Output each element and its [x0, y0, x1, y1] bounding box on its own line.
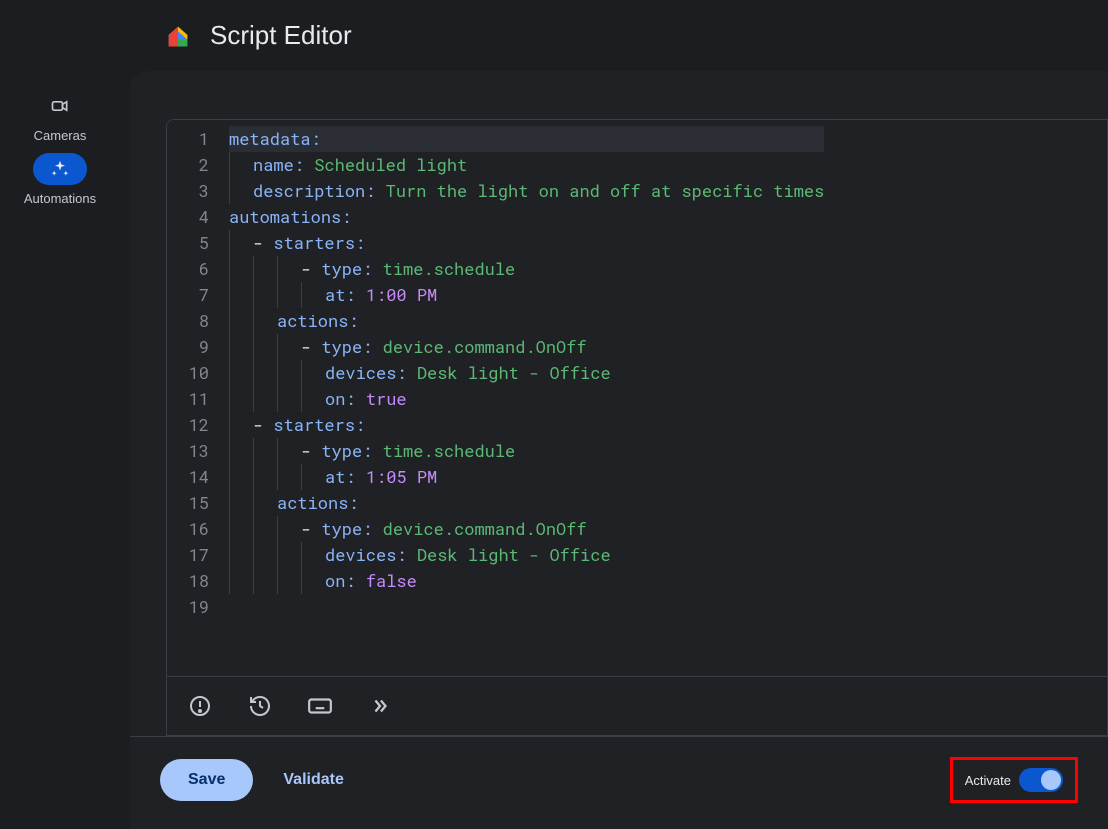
line-number: 8: [167, 308, 209, 334]
sidebar: Cameras Automations: [0, 0, 120, 829]
code-line[interactable]: at: 1:00 PM: [229, 282, 824, 308]
code-line[interactable]: devices: Desk light - Office: [229, 360, 824, 386]
activate-label: Activate: [965, 773, 1011, 788]
line-number-gutter: 12345678910111213141516171819: [167, 120, 219, 676]
code-line[interactable]: automations:: [229, 204, 824, 230]
code-line[interactable]: devices: Desk light - Office: [229, 542, 824, 568]
editor-panel: 12345678910111213141516171819 metadata:n…: [130, 71, 1108, 829]
line-number: 10: [167, 360, 209, 386]
code-line[interactable]: description: Turn the light on and off a…: [229, 178, 824, 204]
sparkle-icon: [33, 153, 87, 185]
code-line[interactable]: - type: time.schedule: [229, 438, 824, 464]
sidebar-item-label: Automations: [24, 191, 96, 206]
save-button[interactable]: Save: [160, 759, 253, 801]
line-number: 11: [167, 386, 209, 412]
line-number: 4: [167, 204, 209, 230]
line-number: 6: [167, 256, 209, 282]
more-icon[interactable]: [367, 693, 393, 719]
line-number: 3: [167, 178, 209, 204]
line-number: 2: [167, 152, 209, 178]
sidebar-item-automations[interactable]: Automations: [24, 153, 96, 206]
activate-toggle[interactable]: [1019, 768, 1063, 792]
page-title: Script Editor: [210, 20, 352, 51]
code-line[interactable]: - starters:: [229, 230, 824, 256]
code-line[interactable]: [229, 594, 824, 620]
line-number: 14: [167, 464, 209, 490]
line-number: 15: [167, 490, 209, 516]
sidebar-item-cameras[interactable]: Cameras: [33, 90, 87, 143]
history-icon[interactable]: [247, 693, 273, 719]
code-line[interactable]: - type: device.command.OnOff: [229, 516, 824, 542]
error-icon[interactable]: [187, 693, 213, 719]
line-number: 9: [167, 334, 209, 360]
line-number: 7: [167, 282, 209, 308]
code-line[interactable]: actions:: [229, 490, 824, 516]
line-number: 16: [167, 516, 209, 542]
line-number: 1: [167, 126, 209, 152]
camera-icon: [33, 90, 87, 122]
line-number: 5: [167, 230, 209, 256]
line-number: 13: [167, 438, 209, 464]
code-editor[interactable]: 12345678910111213141516171819 metadata:n…: [167, 120, 1107, 676]
activate-highlight: Activate: [950, 757, 1078, 803]
google-home-icon: [164, 22, 192, 50]
header: Script Editor: [120, 0, 1108, 71]
validate-button[interactable]: Validate: [277, 770, 349, 790]
code-line[interactable]: name: Scheduled light: [229, 152, 824, 178]
code-line[interactable]: - starters:: [229, 412, 824, 438]
code-line[interactable]: on: true: [229, 386, 824, 412]
line-number: 12: [167, 412, 209, 438]
code-area[interactable]: metadata:name: Scheduled lightdescriptio…: [219, 120, 824, 676]
code-line[interactable]: at: 1:05 PM: [229, 464, 824, 490]
keyboard-icon[interactable]: [307, 693, 333, 719]
action-bar: Save Validate Activate: [130, 736, 1108, 829]
sidebar-item-label: Cameras: [34, 128, 87, 143]
code-line[interactable]: metadata:: [229, 126, 824, 152]
code-line[interactable]: actions:: [229, 308, 824, 334]
line-number: 18: [167, 568, 209, 594]
code-line[interactable]: - type: device.command.OnOff: [229, 334, 824, 360]
code-line[interactable]: - type: time.schedule: [229, 256, 824, 282]
line-number: 17: [167, 542, 209, 568]
editor-toolbar: [167, 676, 1107, 735]
code-line[interactable]: on: false: [229, 568, 824, 594]
line-number: 19: [167, 594, 209, 620]
